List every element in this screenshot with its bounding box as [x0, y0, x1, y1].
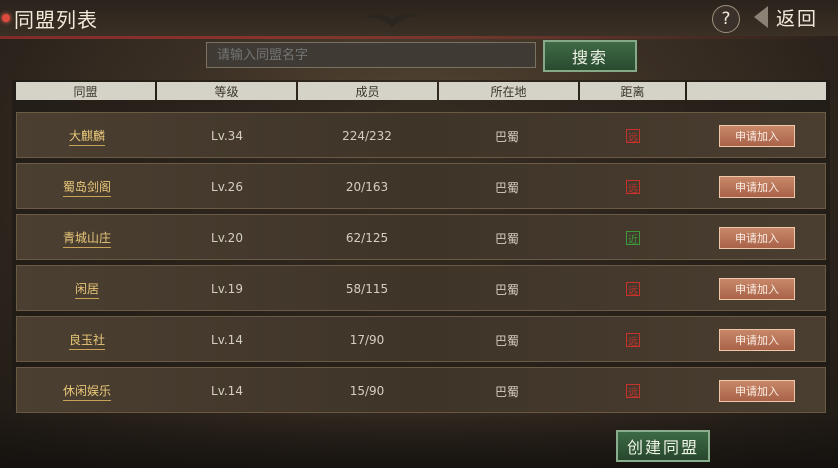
- alliance-name[interactable]: 休闲娱乐: [62, 382, 111, 401]
- column-header-alliance: 同盟: [16, 82, 155, 100]
- help-icon: ?: [721, 9, 731, 29]
- back-button[interactable]: 返回: [754, 4, 832, 30]
- alliance-location: 巴蜀: [494, 384, 519, 399]
- alliance-name[interactable]: 青城山庄: [62, 229, 111, 248]
- column-header-action: [687, 82, 826, 100]
- join-button[interactable]: 申请加入: [719, 176, 795, 198]
- page-title: 同盟列表: [14, 8, 98, 32]
- alliance-name[interactable]: 蜀岛剑阁: [62, 178, 111, 197]
- alliance-location: 巴蜀: [494, 180, 519, 195]
- alliance-name[interactable]: 大麒麟: [68, 127, 105, 146]
- join-button[interactable]: 申请加入: [719, 380, 795, 402]
- alliance-members: 224/232: [342, 129, 392, 143]
- join-button[interactable]: 申请加入: [719, 278, 795, 300]
- distance-badge: 远: [626, 282, 640, 297]
- alliance-members: 17/90: [349, 333, 385, 347]
- search-input[interactable]: [206, 42, 536, 68]
- back-label: 返回: [776, 7, 819, 30]
- column-header-distance: 距离: [580, 82, 685, 100]
- create-alliance-button[interactable]: 创建同盟: [616, 430, 710, 462]
- distance-badge: 远: [626, 333, 640, 348]
- column-header-level: 等级: [157, 82, 296, 100]
- alliance-members: 62/125: [345, 231, 389, 245]
- notification-dot: [2, 14, 10, 22]
- join-button[interactable]: 申请加入: [719, 227, 795, 249]
- join-button[interactable]: 申请加入: [719, 125, 795, 147]
- header-divider: [0, 36, 838, 39]
- table-row: 青城山庄 Lv.20 62/125 巴蜀 近 申请加入: [16, 214, 826, 260]
- table-row: 蜀岛剑阁 Lv.26 20/163 巴蜀 远 申请加入: [16, 163, 826, 209]
- alliance-location: 巴蜀: [494, 282, 519, 297]
- alliance-level: Lv.14: [211, 333, 243, 347]
- table-row: 休闲娱乐 Lv.14 15/90 巴蜀 远 申请加入: [16, 367, 826, 413]
- alliance-level: Lv.19: [211, 282, 243, 296]
- back-arrow-icon: [754, 6, 768, 28]
- bottom-fog: [0, 410, 838, 468]
- alliance-members: 58/115: [345, 282, 389, 296]
- alliance-level: Lv.20: [211, 231, 243, 245]
- alliance-name[interactable]: 良玉社: [68, 331, 105, 350]
- help-button[interactable]: ?: [712, 5, 740, 33]
- distance-badge: 远: [626, 384, 640, 399]
- alliance-members: 15/90: [349, 384, 385, 398]
- alliance-level: Lv.14: [211, 384, 243, 398]
- column-header-members: 成员: [298, 82, 437, 100]
- distance-badge: 远: [626, 129, 640, 144]
- alliance-location: 巴蜀: [494, 333, 519, 348]
- column-header-location: 所在地: [439, 82, 578, 100]
- distance-badge: 远: [626, 180, 640, 195]
- table-row: 大麒麟 Lv.34 224/232 巴蜀 远 申请加入: [16, 112, 826, 158]
- distance-badge: 近: [626, 231, 640, 246]
- alliance-location: 巴蜀: [494, 231, 519, 246]
- bird-icon: [364, 13, 420, 28]
- table-row: 闲居 Lv.19 58/115 巴蜀 远 申请加入: [16, 265, 826, 311]
- search-button[interactable]: 搜索: [543, 40, 637, 72]
- alliance-name[interactable]: 闲居: [74, 280, 99, 299]
- alliance-level: Lv.26: [211, 180, 243, 194]
- alliance-level: Lv.34: [211, 129, 243, 143]
- alliance-location: 巴蜀: [494, 129, 519, 144]
- table-row: 良玉社 Lv.14 17/90 巴蜀 远 申请加入: [16, 316, 826, 362]
- alliance-members: 20/163: [345, 180, 389, 194]
- join-button[interactable]: 申请加入: [719, 329, 795, 351]
